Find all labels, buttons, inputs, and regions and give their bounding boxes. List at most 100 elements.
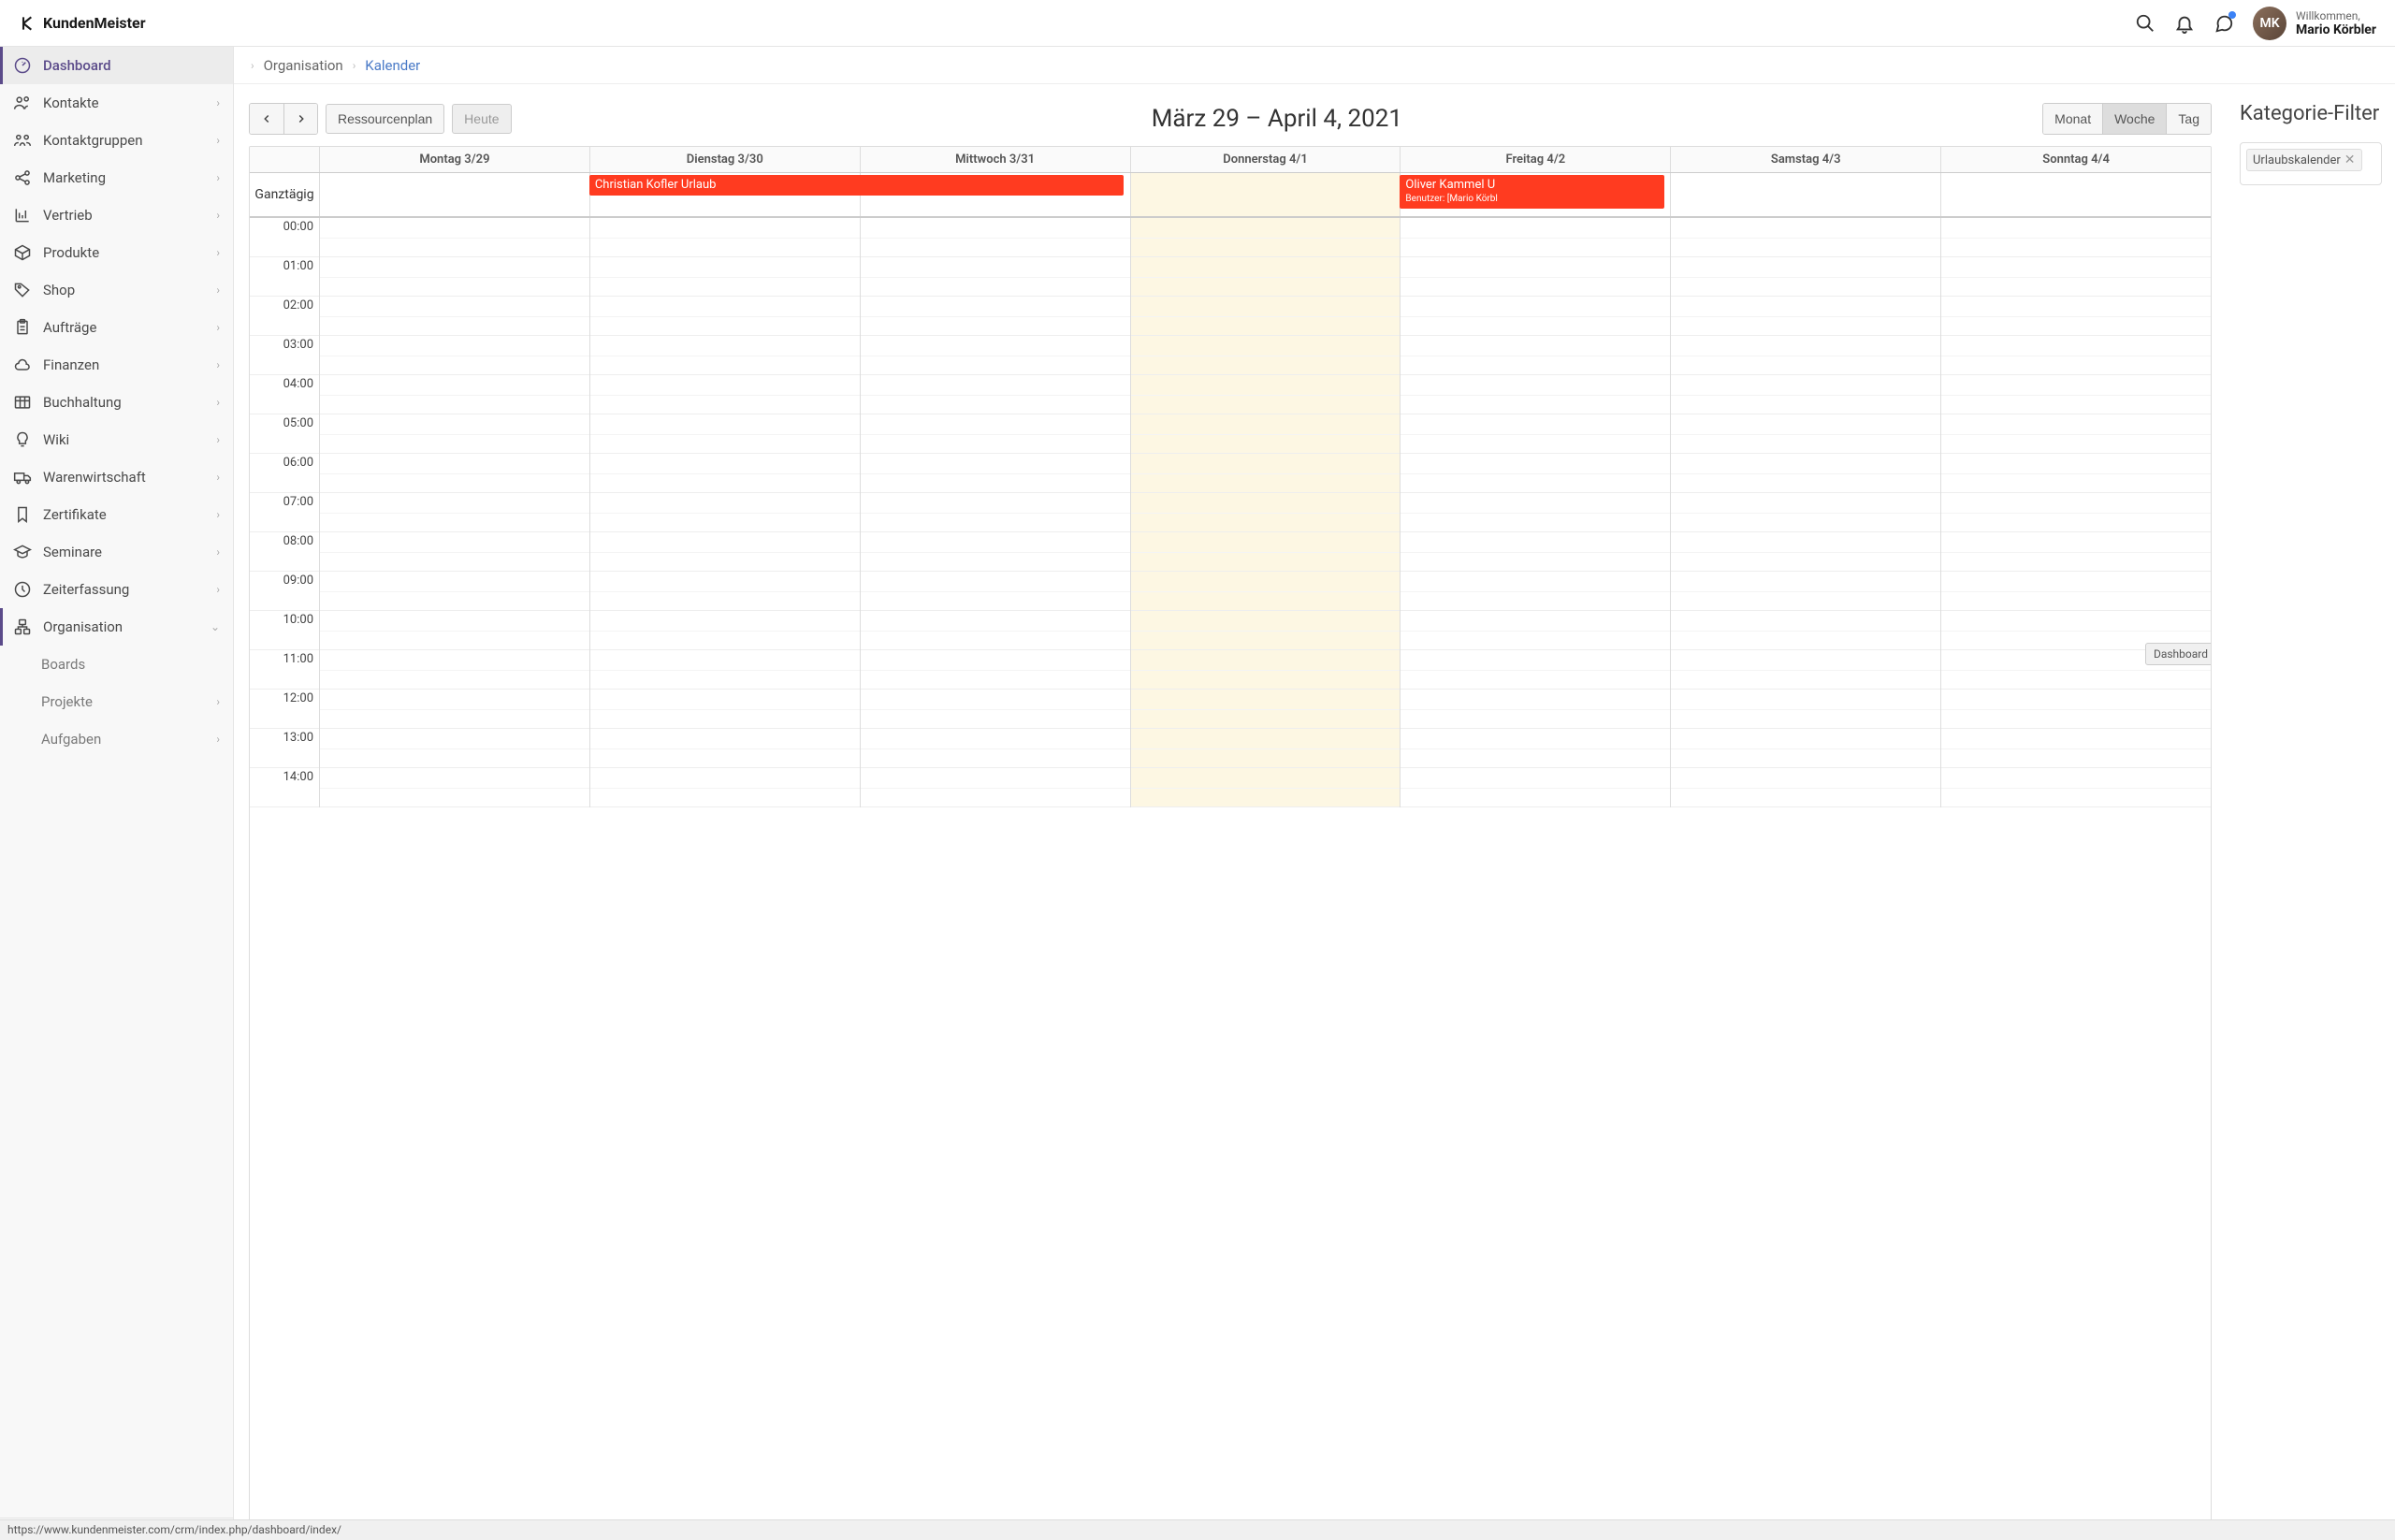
sidebar-item-seminare[interactable]: Seminare› <box>0 533 233 571</box>
sidebar-item-zertifikate[interactable]: Zertifikate› <box>0 496 233 533</box>
remove-tag-icon[interactable]: ✕ <box>2344 153 2356 167</box>
hour-slot[interactable] <box>1671 297 1940 336</box>
resource-plan-button[interactable]: Ressourcenplan <box>326 104 444 134</box>
bell-icon[interactable] <box>2174 13 2195 34</box>
hour-slot[interactable] <box>1131 532 1401 572</box>
hour-slot[interactable] <box>1671 650 1940 690</box>
hour-slot[interactable] <box>861 650 1130 690</box>
hour-slot[interactable] <box>1131 611 1401 650</box>
hour-slot[interactable] <box>320 493 589 532</box>
hour-slot[interactable] <box>1941 297 2211 336</box>
hour-slot[interactable] <box>1131 218 1401 257</box>
hour-slot[interactable] <box>320 690 589 729</box>
hour-slot[interactable] <box>1401 454 1670 493</box>
hour-slot[interactable] <box>320 572 589 611</box>
hour-slot[interactable] <box>320 257 589 297</box>
hour-slot[interactable] <box>1941 336 2211 375</box>
hour-slot[interactable] <box>590 532 860 572</box>
hour-slot[interactable] <box>1131 572 1401 611</box>
hour-slot[interactable] <box>1401 414 1670 454</box>
hour-slot[interactable] <box>1131 336 1401 375</box>
hour-slot[interactable] <box>1671 375 1940 414</box>
sidebar-item-kontakte[interactable]: Kontakte› <box>0 84 233 122</box>
hour-slot[interactable] <box>1401 297 1670 336</box>
hour-slot[interactable] <box>1941 375 2211 414</box>
hour-slot[interactable] <box>861 297 1130 336</box>
allday-cell[interactable] <box>1670 173 1940 216</box>
hour-slot[interactable] <box>861 375 1130 414</box>
hour-slot[interactable] <box>320 650 589 690</box>
hour-slot[interactable] <box>1131 690 1401 729</box>
hour-slot[interactable] <box>590 297 860 336</box>
chat-icon[interactable] <box>2214 13 2234 34</box>
today-button[interactable]: Heute <box>452 104 511 134</box>
logo[interactable]: KundenMeister <box>19 14 146 33</box>
hour-slot[interactable] <box>1941 729 2211 768</box>
calendar-event[interactable]: Christian Kofler Urlaub <box>589 175 1125 196</box>
hour-slot[interactable] <box>590 690 860 729</box>
hour-slot[interactable] <box>1941 414 2211 454</box>
hour-slot[interactable] <box>861 336 1130 375</box>
hour-slot[interactable] <box>1671 257 1940 297</box>
hour-slot[interactable] <box>1131 493 1401 532</box>
hour-slot[interactable] <box>861 218 1130 257</box>
hour-slot[interactable] <box>861 611 1130 650</box>
filter-tag-urlaubskalender[interactable]: Urlaubskalender ✕ <box>2246 149 2362 171</box>
next-week-button[interactable] <box>283 104 317 134</box>
view-day-button[interactable]: Tag <box>2166 104 2211 134</box>
sidebar-item-aufträge[interactable]: Aufträge› <box>0 309 233 346</box>
hour-slot[interactable] <box>1671 218 1940 257</box>
hour-slot[interactable] <box>320 532 589 572</box>
sidebar-item-wiki[interactable]: Wiki› <box>0 421 233 458</box>
hour-slot[interactable] <box>1671 690 1940 729</box>
hour-slot[interactable] <box>590 611 860 650</box>
hour-slot[interactable] <box>1401 493 1670 532</box>
hour-slot[interactable] <box>1671 572 1940 611</box>
hour-slot[interactable] <box>590 572 860 611</box>
hour-slot[interactable] <box>1941 493 2211 532</box>
hour-slot[interactable] <box>1401 768 1670 807</box>
hour-slot[interactable] <box>861 493 1130 532</box>
search-icon[interactable] <box>2135 13 2156 34</box>
filter-tag-box[interactable]: Urlaubskalender ✕ <box>2240 142 2382 185</box>
hour-slot[interactable] <box>1941 218 2211 257</box>
allday-cell[interactable] <box>319 173 589 216</box>
hour-slot[interactable] <box>1671 532 1940 572</box>
hour-slot[interactable] <box>1401 572 1670 611</box>
sidebar-item-warenwirtschaft[interactable]: Warenwirtschaft› <box>0 458 233 496</box>
hour-slot[interactable] <box>1671 611 1940 650</box>
hour-slot[interactable] <box>1941 257 2211 297</box>
sidebar-item-finanzen[interactable]: Finanzen› <box>0 346 233 384</box>
hour-slot[interactable] <box>590 729 860 768</box>
hour-slot[interactable] <box>861 454 1130 493</box>
hour-slot[interactable] <box>320 297 589 336</box>
sidebar-sub-aufgaben[interactable]: Aufgaben› <box>0 720 233 758</box>
sidebar-item-zeiterfassung[interactable]: Zeiterfassung› <box>0 571 233 608</box>
hour-slot[interactable] <box>1131 414 1401 454</box>
hour-slot[interactable] <box>1401 336 1670 375</box>
hour-slot[interactable] <box>590 768 860 807</box>
user-menu[interactable]: MK Willkommen, Mario Körbler <box>2253 7 2376 40</box>
hour-slot[interactable] <box>1671 729 1940 768</box>
hour-slot[interactable] <box>1131 375 1401 414</box>
hour-slot[interactable] <box>861 729 1130 768</box>
sidebar-item-dashboard[interactable]: Dashboard <box>0 47 233 84</box>
hour-slot[interactable] <box>1131 650 1401 690</box>
prev-week-button[interactable] <box>250 104 283 134</box>
hour-slot[interactable] <box>1401 375 1670 414</box>
hour-slot[interactable] <box>320 336 589 375</box>
hour-slot[interactable] <box>1401 257 1670 297</box>
sidebar-item-buchhaltung[interactable]: Buchhaltung› <box>0 384 233 421</box>
sidebar-sub-projekte[interactable]: Projekte› <box>0 683 233 720</box>
hour-slot[interactable] <box>1131 257 1401 297</box>
hour-slot[interactable] <box>320 414 589 454</box>
hour-slot[interactable] <box>590 375 860 414</box>
hour-slot[interactable] <box>590 650 860 690</box>
hour-slot[interactable] <box>1941 454 2211 493</box>
hour-slot[interactable] <box>1671 414 1940 454</box>
hour-slot[interactable] <box>320 729 589 768</box>
hour-slot[interactable] <box>1131 768 1401 807</box>
hour-slot[interactable] <box>1131 729 1401 768</box>
hour-slot[interactable] <box>320 768 589 807</box>
hour-slot[interactable] <box>861 572 1130 611</box>
